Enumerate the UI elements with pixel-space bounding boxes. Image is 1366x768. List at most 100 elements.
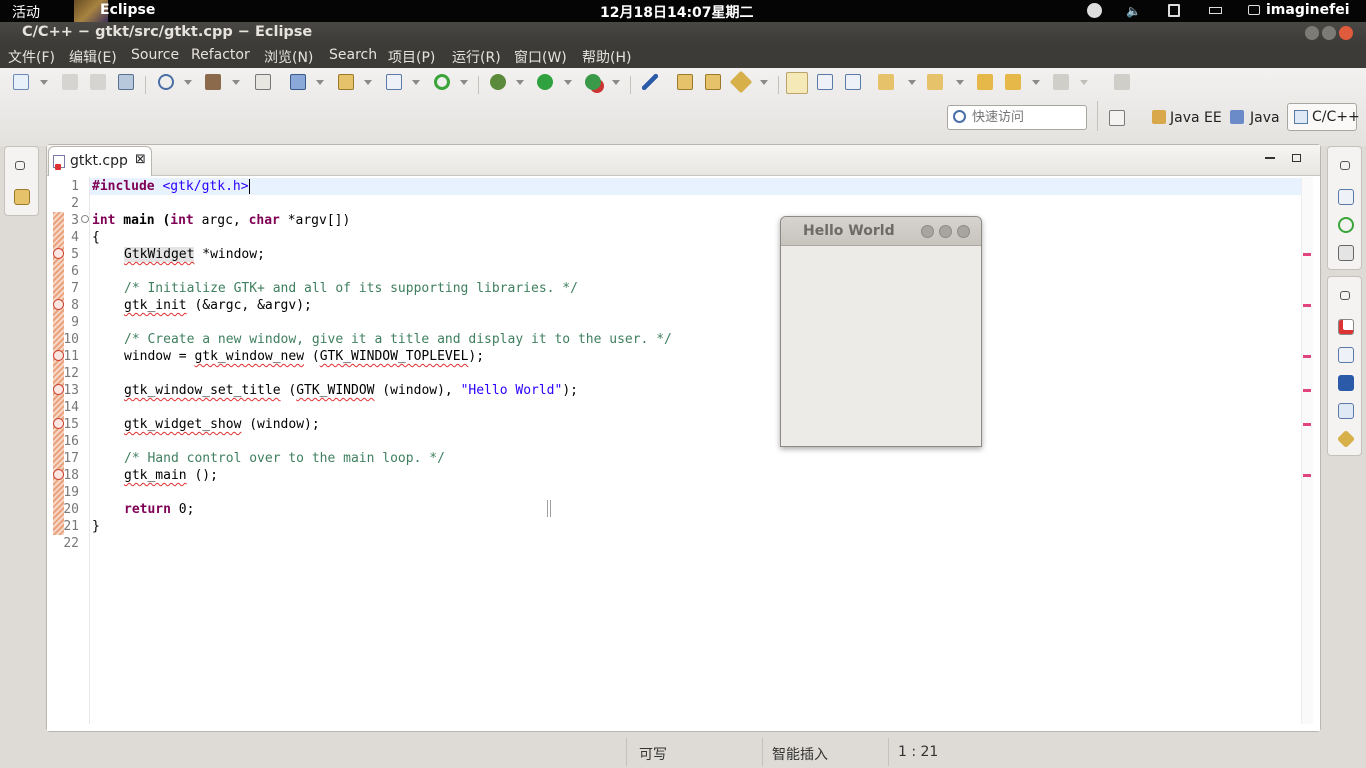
menu-help[interactable]: 帮助(H) [582,47,631,67]
show-whitespace-icon[interactable] [845,74,861,90]
volume-icon[interactable]: 🔈 [1126,4,1141,18]
restore-right-top-icon[interactable] [1340,161,1350,170]
close-window-button[interactable] [1339,26,1353,40]
quick-access-input[interactable] [972,108,1082,127]
menu-file[interactable]: 文件(F) [8,47,55,67]
user-menu[interactable]: imaginefei [1266,2,1350,18]
new-folder-dropdown-icon[interactable] [364,80,372,85]
tab-gtkt-cpp[interactable]: gtkt.cpp ⊠ [48,146,152,176]
new-class-dropdown-icon[interactable] [412,80,420,85]
chat-icon[interactable] [1248,5,1260,15]
overview-error-mark[interactable] [1303,355,1311,358]
error-marker-icon[interactable] [53,248,64,259]
maximize-editor-icon[interactable] [1292,154,1301,162]
block-selection-icon[interactable] [817,74,833,90]
skip-all-breakpoints-icon[interactable] [642,74,658,90]
menu-search[interactable]: Search [329,47,377,63]
next-annotation-icon[interactable] [878,74,894,90]
properties-icon[interactable] [1338,403,1354,419]
build-hammer-icon[interactable] [205,74,221,90]
overview-error-mark[interactable] [1303,253,1311,256]
line-number: 17 [63,451,79,466]
minimize-editor-icon[interactable] [1265,157,1275,159]
error-marker-icon[interactable] [53,350,64,361]
menu-run[interactable]: 运行(R) [452,47,501,67]
debug-dropdown-icon[interactable] [516,80,524,85]
run-icon[interactable] [537,74,553,90]
print-icon[interactable] [118,74,134,90]
task-list-icon[interactable] [1338,245,1354,261]
search-flashlight-icon[interactable] [729,70,753,94]
new-dropdown-icon[interactable] [40,80,48,85]
refresh-dropdown-icon[interactable] [460,80,468,85]
close-tab-icon[interactable]: ⊠ [135,152,146,167]
quick-access-field[interactable] [947,105,1087,130]
back-icon[interactable] [1005,74,1021,90]
external-tools-icon[interactable] [585,74,601,90]
menu-refactor[interactable]: Refactor [191,47,250,63]
maximize-window-button[interactable] [1322,26,1336,40]
tasks-icon[interactable] [1338,347,1354,363]
open-type-icon[interactable] [705,74,721,90]
next-annotation-dropdown-icon[interactable] [908,80,916,85]
mark-occurrences-icon[interactable] [786,72,808,94]
new-c-project-icon[interactable] [290,74,306,90]
outline-icon[interactable] [1338,189,1354,205]
make-target-icon[interactable] [1338,217,1354,233]
debug-icon[interactable] [490,74,506,90]
binary-icon[interactable] [255,74,271,90]
app-name[interactable]: Eclipse [100,2,155,18]
accessibility-icon[interactable] [1087,3,1102,18]
activities-button[interactable]: 活动 [12,2,40,22]
external-tools-dropdown-icon[interactable] [612,80,620,85]
open-perspective-icon[interactable] [1109,110,1125,126]
build-settings-dropdown-icon[interactable] [184,80,192,85]
build-settings-icon[interactable] [158,74,174,90]
overview-error-mark[interactable] [1303,423,1311,426]
menu-edit[interactable]: 编辑(E) [69,47,117,67]
new-icon[interactable] [13,74,29,90]
overview-error-mark[interactable] [1303,304,1311,307]
menu-navigate[interactable]: 浏览(N) [264,47,313,67]
restore-right-bottom-icon[interactable] [1340,291,1350,300]
error-marker-icon[interactable] [53,469,64,480]
perspective-cpp[interactable]: C/C++ [1287,103,1360,131]
project-explorer-icon[interactable] [14,189,30,205]
last-edit-location-icon[interactable] [977,74,993,90]
error-marker-icon[interactable] [53,299,64,310]
previous-annotation-dropdown-icon[interactable] [956,80,964,85]
new-class-icon[interactable] [386,74,402,90]
hello-minimize-button[interactable] [921,225,934,238]
menu-source[interactable]: Source [131,47,179,63]
search-view-icon[interactable] [1336,429,1356,449]
network-icon[interactable] [1168,4,1180,17]
error-badge-icon [55,164,61,170]
battery-icon[interactable] [1209,7,1222,14]
error-marker-icon[interactable] [53,384,64,395]
menu-project[interactable]: 项目(P) [388,47,435,67]
open-element-icon[interactable] [677,74,693,90]
run-dropdown-icon[interactable] [564,80,572,85]
overview-error-mark[interactable] [1303,474,1311,477]
overview-error-mark[interactable] [1303,389,1311,392]
console-icon[interactable] [1338,375,1354,391]
clock[interactable]: 12月18日14:07星期二 [600,2,754,22]
search-dropdown-icon[interactable] [760,80,768,85]
refresh-icon[interactable] [434,74,450,90]
problems-icon[interactable] [1338,319,1354,335]
hello-world-title-bar[interactable]: Hello World [781,217,981,246]
back-dropdown-icon[interactable] [1032,80,1040,85]
new-c-project-dropdown-icon[interactable] [316,80,324,85]
hello-close-button[interactable] [957,225,970,238]
minimize-window-button[interactable] [1305,26,1319,40]
build-dropdown-icon[interactable] [232,80,240,85]
error-marker-icon[interactable] [53,418,64,429]
hello-world-window[interactable]: Hello World [780,216,982,447]
hello-maximize-button[interactable] [939,225,952,238]
menu-window[interactable]: 窗口(W) [514,47,567,67]
status-insert-mode[interactable]: 智能插入 [772,744,828,764]
fold-toggle-icon[interactable] [81,215,89,223]
previous-annotation-icon[interactable] [927,74,943,90]
new-folder-icon[interactable] [338,74,354,90]
restore-left-icon[interactable] [15,161,25,170]
